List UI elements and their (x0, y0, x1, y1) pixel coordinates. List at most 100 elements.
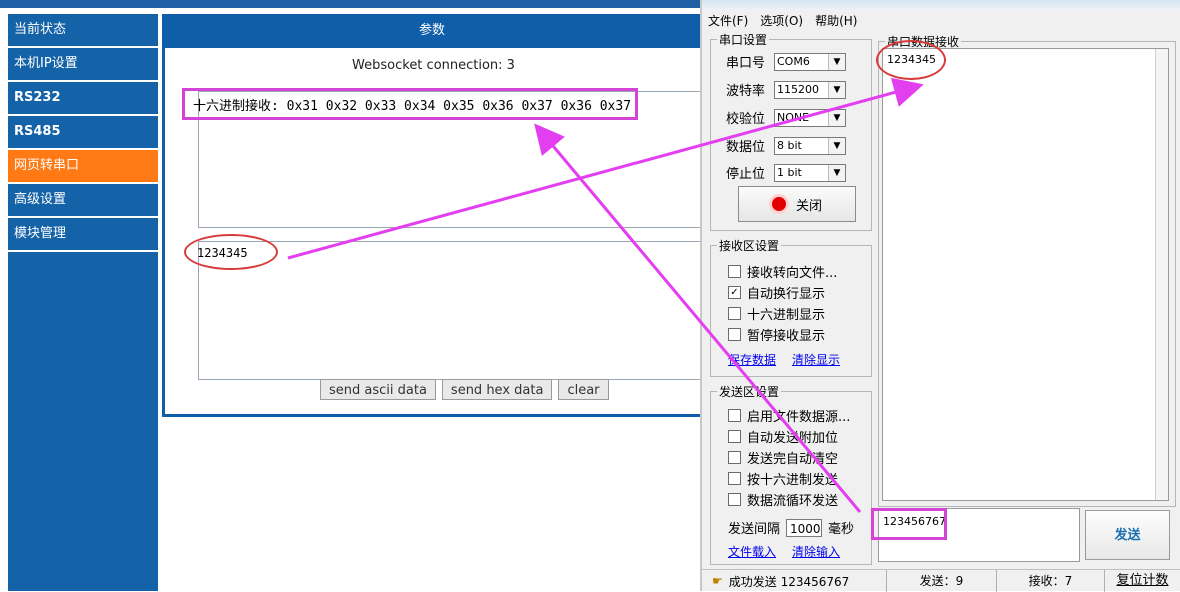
port-value: COM6 (777, 54, 810, 68)
tx-text-highlight (871, 508, 947, 540)
databits-label: 数据位 (726, 140, 766, 155)
port-select[interactable]: COM6 ▼ (774, 52, 846, 71)
option-label: 自动换行显示 (747, 287, 826, 302)
status-led-icon (771, 197, 786, 211)
checkbox-icon (728, 409, 741, 422)
interval-input[interactable]: 1000 (786, 518, 823, 537)
checkbox-checked-icon: ✓ (728, 286, 741, 299)
option-pause-display[interactable]: 暂停接收显示 (728, 325, 825, 344)
option-label: 数据流循环发送 (747, 494, 839, 509)
sidebar-item-status[interactable]: 当前状态 (8, 14, 158, 48)
send-settings-title: 发送区设置 (717, 383, 782, 400)
dropdown-arrow-icon: ▼ (828, 81, 845, 98)
option-recv-to-file[interactable]: 接收转向文件... (728, 262, 837, 281)
option-hex-display[interactable]: 十六进制显示 (728, 304, 825, 323)
sidebar-item-rs232[interactable]: RS232 (8, 82, 158, 116)
stopbits-label: 停止位 (726, 167, 766, 182)
received-count: 接收：7 (996, 570, 1104, 592)
send-interval-row: 发送间隔 1000 毫秒 (728, 518, 854, 537)
stopbits-row: 停止位 1 bit ▼ (726, 163, 846, 182)
clear-input-link[interactable]: 清除输入 (792, 543, 840, 560)
parity-select[interactable]: NONE ▼ (774, 108, 846, 127)
baud-select[interactable]: 115200 ▼ (774, 80, 846, 99)
stopbits-value: 1 bit (777, 165, 802, 179)
send-button[interactable]: 发送 (1085, 510, 1170, 560)
window-top-edge (702, 0, 1180, 10)
option-loop-send[interactable]: 数据流循环发送 (728, 490, 838, 509)
menu-bar: 文件(F) 选项(O) 帮助(H) (708, 12, 857, 29)
params-panel: 参数 Websocket connection: 3 十六进制接收: 0x31 … (162, 14, 720, 417)
checkbox-icon (728, 430, 741, 443)
menu-file[interactable]: 文件(F) (708, 12, 748, 29)
baud-row: 波特率 115200 ▼ (726, 80, 846, 99)
checkbox-icon (728, 328, 741, 341)
option-label: 发送完自动清空 (747, 452, 839, 467)
option-auto-append[interactable]: 自动发送附加位 (728, 427, 838, 446)
checkbox-icon (728, 493, 741, 506)
status-message: 成功发送 123456767 (728, 574, 850, 589)
send-textarea[interactable] (198, 241, 720, 380)
option-label: 自动发送附加位 (747, 431, 839, 446)
send-hex-button[interactable]: send hex data (441, 379, 553, 400)
sidebar-item-ip-settings[interactable]: 本机IP设置 (8, 48, 158, 82)
databits-select[interactable]: 8 bit ▼ (774, 136, 846, 155)
receive-settings-title: 接收区设置 (717, 237, 782, 254)
interval-unit: 毫秒 (828, 522, 855, 537)
option-auto-clear[interactable]: 发送完自动清空 (728, 448, 838, 467)
parity-row: 校验位 NONE ▼ (726, 108, 846, 127)
parity-value: NONE (777, 110, 810, 124)
close-port-button[interactable]: 关闭 (738, 186, 856, 222)
checkbox-icon (728, 307, 741, 320)
option-label: 暂停接收显示 (747, 329, 826, 344)
parity-label: 校验位 (726, 112, 766, 127)
status-message-cell: ☛ 成功发送 123456767 (702, 573, 886, 590)
port-label: 串口号 (726, 56, 766, 71)
option-label: 启用文件数据源... (747, 410, 851, 425)
databits-value: 8 bit (777, 138, 802, 152)
dropdown-arrow-icon: ▼ (828, 109, 845, 126)
checkbox-icon (728, 451, 741, 464)
top-strip (0, 0, 700, 8)
stopbits-select[interactable]: 1 bit ▼ (774, 163, 846, 182)
checkbox-icon (728, 472, 741, 485)
sidebar-item-web-to-serial[interactable]: 网页转串口 (8, 150, 158, 184)
clear-button[interactable]: clear (558, 379, 609, 400)
menu-help[interactable]: 帮助(H) (815, 12, 857, 29)
websocket-status: Websocket connection: 3 (352, 58, 515, 73)
send-ascii-button[interactable]: send ascii data (320, 379, 436, 400)
option-hex-send[interactable]: 按十六进制发送 (728, 469, 838, 488)
option-file-source[interactable]: 启用文件数据源... (728, 406, 850, 425)
sidebar-item-rs485[interactable]: RS485 (8, 116, 158, 150)
panel-title: 参数 (418, 23, 445, 38)
rx-text-highlight (876, 40, 946, 80)
clear-display-link[interactable]: 清除显示 (792, 351, 840, 368)
option-auto-wrap[interactable]: ✓ 自动换行显示 (728, 283, 825, 302)
sidebar-nav: 当前状态 本机IP设置 RS232 RS485 网页转串口 高级设置 模块管理 (8, 14, 158, 591)
option-label: 接收转向文件... (747, 266, 838, 281)
dropdown-arrow-icon: ▼ (828, 137, 845, 154)
panel-buttons: send ascii data send hex data clear (320, 379, 609, 400)
checkbox-icon (728, 265, 741, 278)
menu-options[interactable]: 选项(O) (760, 12, 803, 29)
databits-row: 数据位 8 bit ▼ (726, 136, 846, 155)
rx-textarea[interactable]: 1234345 (882, 48, 1169, 501)
close-port-label: 关闭 (795, 198, 822, 214)
option-label: 十六进制显示 (747, 308, 826, 323)
rx-scrollbar[interactable] (1155, 49, 1168, 500)
sidebar-item-module-management[interactable]: 模块管理 (8, 218, 158, 252)
file-load-link[interactable]: 文件载入 (728, 543, 776, 560)
save-data-link[interactable]: 保存数据 (728, 351, 776, 368)
option-label: 按十六进制发送 (747, 473, 839, 488)
interval-label: 发送间隔 (728, 522, 781, 537)
sidebar-item-advanced[interactable]: 高级设置 (8, 184, 158, 218)
hex-receive-highlight (182, 88, 638, 120)
sent-count: 发送：9 (886, 570, 996, 592)
port-row: 串口号 COM6 ▼ (726, 52, 846, 71)
received-ascii-highlight (184, 234, 278, 270)
baud-label: 波特率 (726, 84, 766, 99)
baud-value: 115200 (777, 82, 819, 96)
dropdown-arrow-icon: ▼ (828, 53, 845, 70)
port-settings-title: 串口设置 (717, 31, 770, 48)
hand-pointer-icon: ☛ (712, 574, 723, 588)
reset-count-button[interactable]: 复位计数 (1104, 570, 1180, 592)
